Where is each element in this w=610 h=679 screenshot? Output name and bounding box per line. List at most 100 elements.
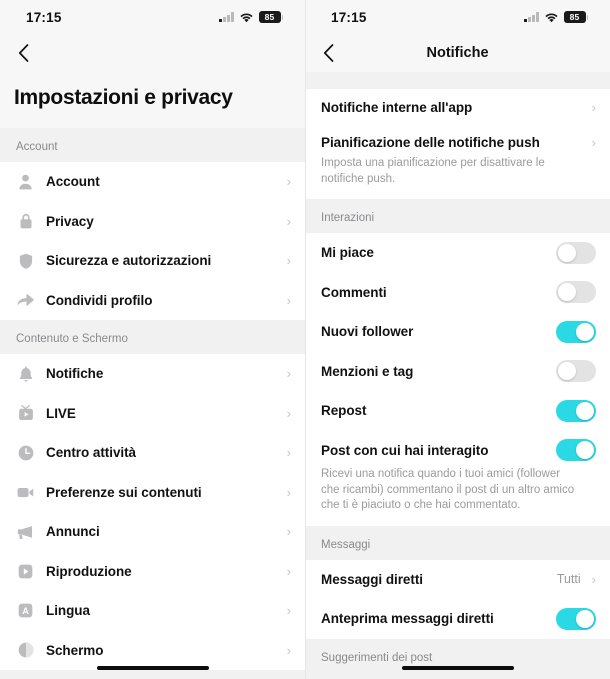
row-label: Repost xyxy=(321,403,367,419)
sidebar-item-notifiche[interactable]: Notifiche › xyxy=(0,354,305,394)
lock-icon xyxy=(16,212,35,231)
sidebar-item-privacy[interactable]: Privacy › xyxy=(0,202,305,242)
row-anteprima-messaggi[interactable]: Anteprima messaggi diretti xyxy=(305,599,610,639)
chevron-right-icon: › xyxy=(286,524,291,540)
sidebar-item-label: Lingua xyxy=(46,603,90,619)
row-label: Messaggi diretti xyxy=(321,571,423,587)
back-button[interactable] xyxy=(313,38,343,68)
chevron-right-icon: › xyxy=(286,445,291,461)
section-header-messaggi: Messaggi xyxy=(305,525,610,560)
sidebar-item-label: Annunci xyxy=(46,524,100,540)
chevron-right-icon: › xyxy=(591,134,596,150)
status-bar: 17:15 85 xyxy=(0,0,305,34)
section-header-account: Account xyxy=(0,128,305,162)
row-in-app-notifications[interactable]: Notifiche interne all'app › xyxy=(305,89,610,125)
right-navbar: Notifiche xyxy=(305,34,610,72)
push-schedule-description: Imposta una pianificazione per disattiva… xyxy=(305,156,610,200)
sidebar-item-share-profile[interactable]: Condividi profilo › xyxy=(0,281,305,321)
megaphone-icon xyxy=(16,522,35,541)
status-icons: 85 xyxy=(219,11,283,23)
chevron-right-icon: › xyxy=(286,213,291,229)
left-navbar xyxy=(0,34,305,72)
svg-text:A: A xyxy=(22,606,29,616)
row-push-schedule[interactable]: Pianificazione delle notifiche push › xyxy=(305,125,610,159)
battery-icon: 85 xyxy=(258,11,283,23)
row-label: Menzioni e tag xyxy=(321,363,414,379)
sidebar-item-playback[interactable]: Riproduzione › xyxy=(0,552,305,592)
chevron-right-icon: › xyxy=(286,174,291,190)
sidebar-item-label: LIVE xyxy=(46,405,76,421)
shield-icon xyxy=(16,251,35,270)
row-repost[interactable]: Repost xyxy=(305,391,610,431)
status-time: 17:15 xyxy=(26,9,62,25)
signal-bars-icon xyxy=(219,12,234,22)
row-label: Commenti xyxy=(321,284,387,300)
play-box-icon xyxy=(16,562,35,581)
messaggi-card: Messaggi diretti Tutti › Anteprima messa… xyxy=(305,559,610,639)
messaggi-diretti-value: Tutti xyxy=(556,572,581,587)
notifications-top-card: Notifiche interne all'app › Pianificazio… xyxy=(305,89,610,200)
row-label: Nuovi follower xyxy=(321,324,414,340)
left-scroll-area[interactable]: Account Account › Privacy › Sicurezza e … xyxy=(0,128,305,678)
sidebar-item-activity-center[interactable]: Centro attività › xyxy=(0,433,305,473)
sidebar-item-label: Condividi profilo xyxy=(46,292,153,308)
share-arrow-icon xyxy=(16,291,35,310)
sidebar-item-label: Sicurezza e autorizzazioni xyxy=(46,253,212,269)
row-commenti[interactable]: Commenti xyxy=(305,273,610,313)
screen-divider xyxy=(305,0,306,679)
row-nuovi-follower[interactable]: Nuovi follower xyxy=(305,312,610,352)
chevron-right-icon: › xyxy=(591,571,596,587)
row-mi-piace[interactable]: Mi piace xyxy=(305,233,610,273)
language-a-icon: A xyxy=(16,601,35,620)
toggle-repost[interactable] xyxy=(556,399,596,422)
battery-icon: 85 xyxy=(563,11,588,23)
row-label: Anteprima messaggi diretti xyxy=(321,611,494,627)
sidebar-item-label: Preferenze sui contenuti xyxy=(46,484,202,500)
sidebar-item-label: Notifiche xyxy=(46,366,104,382)
status-time: 17:15 xyxy=(331,9,367,25)
row-label: Pianificazione delle notifiche push xyxy=(321,134,540,150)
chevron-right-icon: › xyxy=(286,563,291,579)
content-card: Notifiche › LIVE › Centro attività › Pre… xyxy=(0,354,305,670)
sidebar-item-security[interactable]: Sicurezza e autorizzazioni › xyxy=(0,241,305,281)
row-menzioni-e-tag[interactable]: Menzioni e tag xyxy=(305,352,610,392)
post-interagito-description: Ricevi una notifica quando i tuoi amici … xyxy=(305,467,610,526)
person-icon xyxy=(16,172,35,191)
toggle-commenti[interactable] xyxy=(556,281,596,304)
row-label: Post con cui hai interagito xyxy=(321,442,489,458)
sidebar-item-ads[interactable]: Annunci › xyxy=(0,512,305,552)
chevron-right-icon: › xyxy=(286,405,291,421)
chevron-right-icon: › xyxy=(286,603,291,619)
section-header-interazioni: Interazioni xyxy=(305,199,610,234)
sidebar-item-label: Riproduzione xyxy=(46,563,132,579)
brightness-moon-icon xyxy=(16,641,35,660)
chevron-right-icon: › xyxy=(591,99,596,115)
chevron-right-icon: › xyxy=(286,484,291,500)
back-button[interactable] xyxy=(8,38,38,68)
home-indicator xyxy=(401,665,514,670)
chevron-right-icon: › xyxy=(286,366,291,382)
sidebar-item-account[interactable]: Account › xyxy=(0,162,305,202)
right-scroll-area[interactable]: Notifiche interne all'app › Pianificazio… xyxy=(305,72,610,679)
sidebar-item-label: Account xyxy=(46,174,100,190)
home-indicator xyxy=(96,665,209,670)
notifications-screen: 17:15 85 Notifiche Notifiche interne all… xyxy=(305,0,610,679)
sidebar-item-content-preferences[interactable]: Preferenze sui contenuti › xyxy=(0,473,305,513)
row-post-interagito[interactable]: Post con cui hai interagito xyxy=(305,431,610,471)
status-icons: 85 xyxy=(524,11,588,23)
toggle-mi-piace[interactable] xyxy=(556,241,596,264)
wifi-icon xyxy=(239,12,254,23)
toggle-nuovi-follower[interactable] xyxy=(556,320,596,343)
row-label: Notifiche interne all'app xyxy=(321,99,473,115)
sidebar-item-live[interactable]: LIVE › xyxy=(0,394,305,434)
sidebar-item-label: Schermo xyxy=(46,642,104,658)
settings-privacy-screen: 17:15 85 Impostazioni e privacy Account xyxy=(0,0,305,679)
sidebar-item-display[interactable]: Schermo › xyxy=(0,631,305,671)
toggle-post-interagito[interactable] xyxy=(556,439,596,462)
toggle-anteprima-messaggi[interactable] xyxy=(556,607,596,630)
row-messaggi-diretti[interactable]: Messaggi diretti Tutti › xyxy=(305,560,610,600)
video-camera-icon xyxy=(16,483,35,502)
section-header-content: Contenuto e Schermo xyxy=(0,320,305,354)
sidebar-item-language[interactable]: A Lingua › xyxy=(0,591,305,631)
toggle-menzioni-e-tag[interactable] xyxy=(556,360,596,383)
